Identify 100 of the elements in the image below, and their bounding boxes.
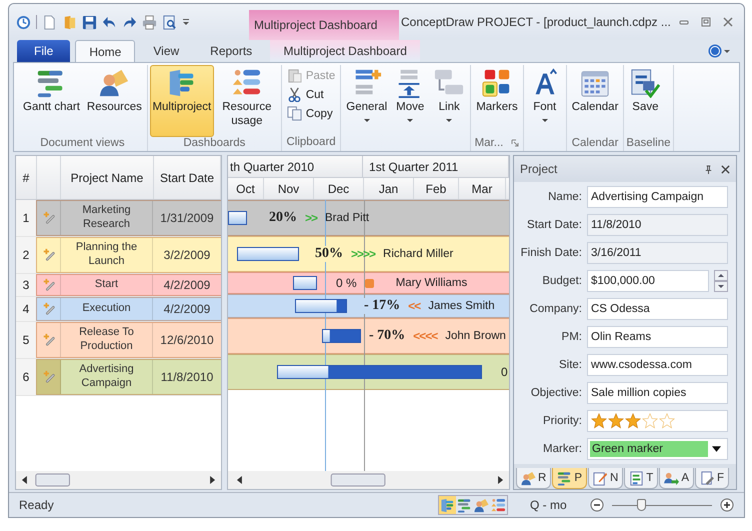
filled-star-icon[interactable] [608, 413, 624, 429]
task-bar[interactable] [277, 365, 482, 379]
project-name: Planning the Launch [61, 238, 153, 272]
project-row[interactable]: Start 4/2/2009 [36, 274, 221, 296]
ribbon-button[interactable]: Save [626, 65, 664, 137]
panel-tab[interactable]: F [695, 468, 730, 489]
text-field[interactable]: Advertising Campaign [587, 186, 728, 208]
ribbon-button[interactable]: Gantt chart [20, 65, 83, 137]
readonly-field[interactable]: 11/8/2010 [587, 214, 728, 236]
readonly-field[interactable]: 3/16/2011 [587, 242, 728, 264]
new-document-icon[interactable] [42, 14, 57, 30]
field-label: PM: [560, 331, 582, 343]
start-date: 1/31/2009 [159, 210, 215, 227]
start-date: 11/8/2010 [160, 369, 214, 386]
panel-tab[interactable]: A [659, 468, 694, 489]
task-list-icon [629, 470, 644, 486]
text-field[interactable]: Olin Reams [587, 326, 728, 348]
folder-gantt-icon [440, 498, 455, 512]
project-row[interactable]: Advertising Campaign 11/8/2010 [36, 359, 221, 395]
task-bar[interactable] [322, 329, 361, 343]
column-header[interactable]: # [16, 156, 37, 199]
panel-tab[interactable]: T [624, 468, 658, 489]
task-bar[interactable] [293, 276, 317, 290]
close-icon[interactable] [722, 16, 734, 28]
project-name: Start [61, 275, 153, 295]
trend-arrows: << [408, 299, 420, 313]
view-button[interactable] [473, 496, 490, 514]
start-date: 3/2/2009 [162, 247, 212, 264]
zoom-out-icon[interactable] [590, 498, 604, 512]
undo-icon[interactable] [102, 14, 117, 30]
budget-field[interactable]: $100,000.00 [587, 270, 709, 292]
project-row[interactable]: Planning the Launch 3/2/2009 [36, 237, 221, 273]
ribbon-tab[interactable]: View [140, 40, 192, 62]
field-label: Site: [558, 359, 582, 371]
resource-name: Brad Pitt [325, 212, 370, 224]
text-field[interactable]: www.csodessa.com [587, 354, 728, 376]
printer-icon[interactable] [142, 14, 157, 30]
star-rating[interactable] [591, 413, 675, 429]
ribbon-button[interactable]: Move [391, 65, 430, 137]
redo-icon[interactable] [122, 14, 137, 30]
ribbon-button[interactable]: Calendar [568, 65, 622, 137]
column-header[interactable]: Project Name [61, 156, 154, 199]
project-row[interactable]: Execution 4/2/2009 [36, 297, 221, 321]
field-label: Objective: [530, 387, 582, 399]
maximize-icon[interactable] [700, 16, 712, 28]
context-tab[interactable]: Multiproject Dashboard [270, 40, 420, 62]
close-icon[interactable] [721, 164, 730, 174]
rating-field[interactable] [587, 410, 728, 432]
panel-tab[interactable]: P [552, 468, 587, 489]
status-text: Ready [19, 498, 54, 512]
view-button[interactable] [439, 496, 456, 514]
pin-icon[interactable] [704, 164, 713, 174]
ribbon-small-button[interactable]: Copy [284, 105, 338, 122]
panel-title: Project [520, 162, 558, 176]
project-row[interactable]: Release To Production 12/6/2010 [36, 322, 221, 358]
ribbon-button[interactable]: General [343, 65, 390, 137]
text-field[interactable]: Sale million copies [587, 382, 728, 404]
customize-dropdown-icon[interactable] [182, 18, 190, 26]
text-field[interactable]: CS Odessa [587, 298, 728, 320]
spin-buttons[interactable] [714, 270, 728, 292]
column-header[interactable]: Start Date [154, 156, 221, 199]
task-bar[interactable] [228, 211, 247, 225]
ribbon-tab[interactable]: File [17, 40, 70, 62]
resource-name: John Brown [445, 330, 506, 342]
zoom-slider-thumb[interactable] [637, 498, 646, 510]
quarter-header: 1st Quarter 2011 [363, 156, 509, 177]
ribbon-tab[interactable]: Home [75, 40, 136, 62]
filled-star-icon[interactable] [625, 413, 641, 429]
row-number: 5 [16, 322, 36, 358]
horizontal-scrollbar[interactable] [228, 471, 509, 489]
zoom-in-icon[interactable] [720, 498, 734, 512]
ribbon-small-button[interactable]: Cut [284, 86, 338, 103]
dialog-launcher-icon[interactable] [511, 139, 520, 147]
ribbon-button[interactable]: Link [430, 65, 468, 137]
marker-dropdown[interactable]: Green marker [587, 438, 728, 460]
field-label: Priority: [542, 415, 582, 427]
help-icon[interactable] [708, 44, 732, 58]
trend-arrows: >> [305, 211, 318, 225]
project-row[interactable]: Marketing Research 1/31/2009 [36, 200, 221, 236]
row-number: 2 [16, 237, 36, 273]
group-label: Clipboard [286, 136, 336, 148]
filled-star-icon[interactable] [591, 413, 607, 429]
ribbon-button[interactable]: Resource usage [214, 65, 279, 137]
ribbon-button[interactable]: Resources [84, 65, 145, 137]
resource-name: Richard Miller [383, 248, 454, 260]
ribbon-button[interactable]: Font [526, 65, 564, 137]
group-label: Calendar [572, 137, 618, 149]
horizontal-scrollbar[interactable] [16, 471, 221, 489]
view-button[interactable] [490, 496, 507, 514]
ribbon-tab[interactable]: Reports [197, 40, 266, 62]
clock-logo-icon[interactable] [16, 14, 31, 30]
task-bar[interactable] [237, 247, 299, 261]
field-label: Company: [528, 303, 582, 315]
empty-star-icon[interactable] [659, 413, 675, 429]
panel-tab[interactable]: N [588, 468, 624, 489]
ribbon-button[interactable]: Markers [473, 65, 521, 137]
print-preview-icon[interactable] [162, 14, 177, 30]
panel-tab[interactable]: R [516, 468, 552, 489]
ribbon-button[interactable]: Multiproject [150, 65, 214, 137]
task-bar[interactable] [295, 299, 347, 313]
